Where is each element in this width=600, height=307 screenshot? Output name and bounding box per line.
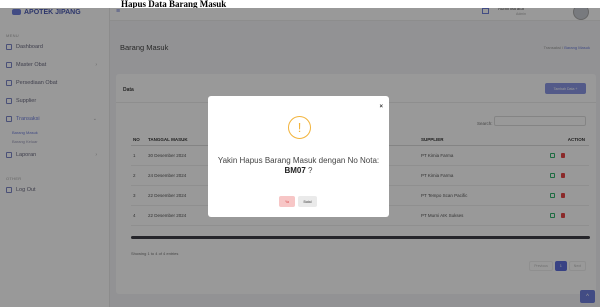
close-icon[interactable]: × xyxy=(379,104,383,110)
message-suffix: ? xyxy=(305,166,313,175)
confirm-delete-dialog: × ! Yakin Hapus Barang Masuk dengan No N… xyxy=(208,96,389,217)
confirm-message: Yakin Hapus Barang Masuk dengan No Nota:… xyxy=(210,156,387,176)
message-prefix: Yakin Hapus Barang Masuk dengan No Nota: xyxy=(217,156,380,165)
figure-caption: Hapus Data Barang Masuk xyxy=(0,0,600,8)
confirm-yes-button[interactable]: Ya xyxy=(279,196,295,207)
nota-number: BM07 xyxy=(284,166,306,175)
warning-icon: ! xyxy=(288,116,311,139)
cancel-button[interactable]: Batal xyxy=(298,196,317,207)
